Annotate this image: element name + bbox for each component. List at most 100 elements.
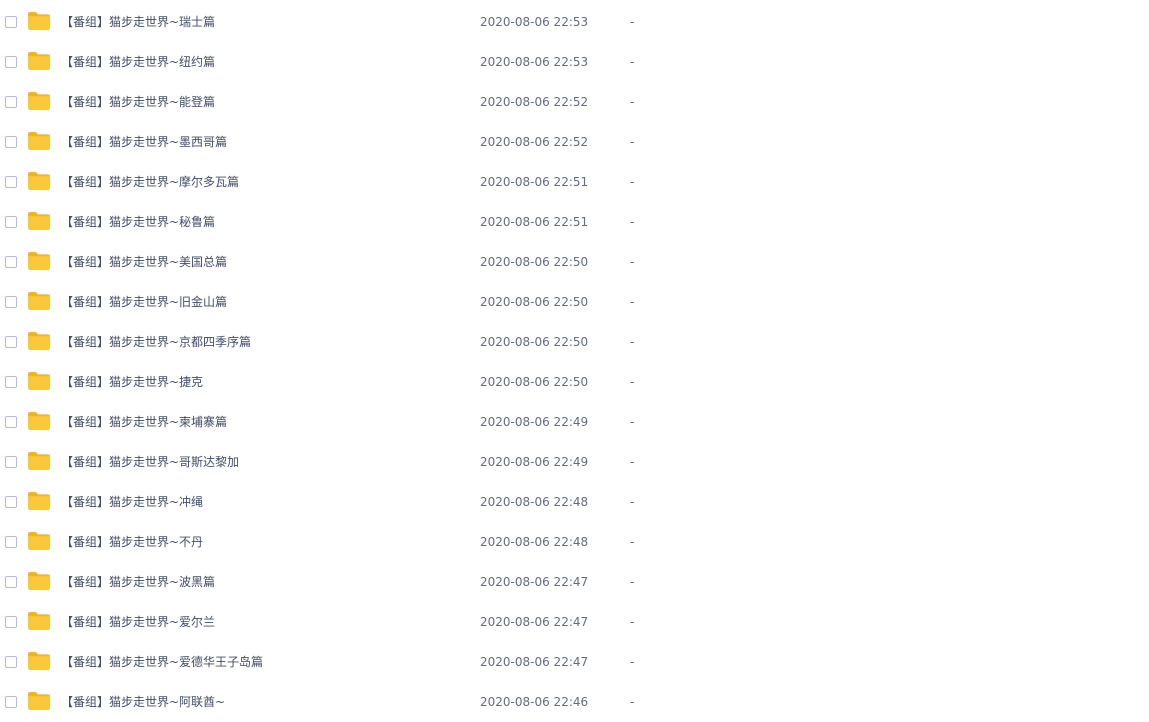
folder-icon[interactable] [28,652,50,670]
row-checkbox[interactable] [5,216,17,228]
file-row[interactable]: 【番组】猫步走世界~捷克 2020-08-06 22:50 - [0,362,1149,402]
folder-icon[interactable] [28,612,50,630]
file-size: - [630,415,635,429]
row-checkbox[interactable] [5,96,17,108]
row-checkbox[interactable] [5,256,17,268]
file-name[interactable]: 【番组】猫步走世界~阿联酋~ [61,682,225,722]
folder-icon[interactable] [28,92,50,110]
modified-time: 2020-08-06 22:47 [480,575,589,589]
modified-time: 2020-08-06 22:53 [480,15,589,29]
folder-icon[interactable] [28,332,50,350]
file-list: 【番组】猫步走世界~瑞士篇 2020-08-06 22:53 - 【番组】猫步走… [0,2,1149,722]
folder-icon[interactable] [28,172,50,190]
modified-time: 2020-08-06 22:49 [480,415,589,429]
modified-time: 2020-08-06 22:50 [480,375,589,389]
file-row[interactable]: 【番组】猫步走世界~阿联酋~ 2020-08-06 22:46 - [0,682,1149,722]
row-checkbox[interactable] [5,696,17,708]
modified-time: 2020-08-06 22:46 [480,695,589,709]
folder-icon[interactable] [28,532,50,550]
modified-time: 2020-08-06 22:50 [480,255,589,269]
file-size: - [630,655,635,669]
file-size: - [630,495,635,509]
file-name[interactable]: 【番组】猫步走世界~能登篇 [61,82,215,122]
folder-icon[interactable] [28,372,50,390]
file-row[interactable]: 【番组】猫步走世界~不丹 2020-08-06 22:48 - [0,522,1149,562]
row-checkbox[interactable] [5,536,17,548]
folder-icon[interactable] [28,52,50,70]
file-name[interactable]: 【番组】猫步走世界~冲绳 [61,482,203,522]
file-row[interactable]: 【番组】猫步走世界~爱尔兰 2020-08-06 22:47 - [0,602,1149,642]
row-checkbox[interactable] [5,616,17,628]
folder-icon[interactable] [28,692,50,710]
file-size: - [630,175,635,189]
row-checkbox[interactable] [5,576,17,588]
folder-icon[interactable] [28,292,50,310]
file-size: - [630,455,635,469]
folder-icon[interactable] [28,452,50,470]
row-checkbox[interactable] [5,176,17,188]
file-row[interactable]: 【番组】猫步走世界~波黑篇 2020-08-06 22:47 - [0,562,1149,602]
folder-icon[interactable] [28,212,50,230]
row-checkbox[interactable] [5,336,17,348]
file-row[interactable]: 【番组】猫步走世界~瑞士篇 2020-08-06 22:53 - [0,2,1149,42]
file-size: - [630,15,635,29]
row-checkbox[interactable] [5,136,17,148]
file-name[interactable]: 【番组】猫步走世界~不丹 [61,522,203,562]
file-size: - [630,95,635,109]
folder-icon[interactable] [28,492,50,510]
row-checkbox[interactable] [5,56,17,68]
file-size: - [630,295,635,309]
file-name[interactable]: 【番组】猫步走世界~哥斯达黎加 [61,442,239,482]
file-row[interactable]: 【番组】猫步走世界~柬埔寨篇 2020-08-06 22:49 - [0,402,1149,442]
folder-icon[interactable] [28,252,50,270]
row-checkbox[interactable] [5,296,17,308]
row-checkbox[interactable] [5,496,17,508]
file-row[interactable]: 【番组】猫步走世界~能登篇 2020-08-06 22:52 - [0,82,1149,122]
file-name[interactable]: 【番组】猫步走世界~波黑篇 [61,562,215,602]
modified-time: 2020-08-06 22:52 [480,95,589,109]
file-name[interactable]: 【番组】猫步走世界~瑞士篇 [61,2,215,42]
modified-time: 2020-08-06 22:53 [480,55,589,69]
file-name[interactable]: 【番组】猫步走世界~捷克 [61,362,203,402]
file-row[interactable]: 【番组】猫步走世界~哥斯达黎加 2020-08-06 22:49 - [0,442,1149,482]
folder-icon[interactable] [28,132,50,150]
file-name[interactable]: 【番组】猫步走世界~旧金山篇 [61,282,227,322]
modified-time: 2020-08-06 22:51 [480,215,589,229]
file-size: - [630,615,635,629]
file-row[interactable]: 【番组】猫步走世界~美国总篇 2020-08-06 22:50 - [0,242,1149,282]
file-name[interactable]: 【番组】猫步走世界~摩尔多瓦篇 [61,162,239,202]
file-name[interactable]: 【番组】猫步走世界~墨西哥篇 [61,122,227,162]
file-name[interactable]: 【番组】猫步走世界~纽约篇 [61,42,215,82]
row-checkbox[interactable] [5,456,17,468]
file-name[interactable]: 【番组】猫步走世界~爱尔兰 [61,602,215,642]
file-name[interactable]: 【番组】猫步走世界~秘鲁篇 [61,202,215,242]
file-size: - [630,375,635,389]
modified-time: 2020-08-06 22:51 [480,175,589,189]
row-checkbox[interactable] [5,16,17,28]
file-size: - [630,535,635,549]
modified-time: 2020-08-06 22:50 [480,295,589,309]
file-name[interactable]: 【番组】猫步走世界~柬埔寨篇 [61,402,227,442]
folder-icon[interactable] [28,412,50,430]
file-row[interactable]: 【番组】猫步走世界~秘鲁篇 2020-08-06 22:51 - [0,202,1149,242]
folder-icon[interactable] [28,572,50,590]
row-checkbox[interactable] [5,656,17,668]
file-row[interactable]: 【番组】猫步走世界~墨西哥篇 2020-08-06 22:52 - [0,122,1149,162]
folder-icon[interactable] [28,12,50,30]
file-row[interactable]: 【番组】猫步走世界~摩尔多瓦篇 2020-08-06 22:51 - [0,162,1149,202]
modified-time: 2020-08-06 22:52 [480,135,589,149]
file-name[interactable]: 【番组】猫步走世界~美国总篇 [61,242,227,282]
file-row[interactable]: 【番组】猫步走世界~旧金山篇 2020-08-06 22:50 - [0,282,1149,322]
file-row[interactable]: 【番组】猫步走世界~纽约篇 2020-08-06 22:53 - [0,42,1149,82]
file-size: - [630,695,635,709]
file-name[interactable]: 【番组】猫步走世界~京都四季序篇 [61,322,251,362]
file-row[interactable]: 【番组】猫步走世界~京都四季序篇 2020-08-06 22:50 - [0,322,1149,362]
file-row[interactable]: 【番组】猫步走世界~爱德华王子岛篇 2020-08-06 22:47 - [0,642,1149,682]
row-checkbox[interactable] [5,376,17,388]
modified-time: 2020-08-06 22:47 [480,615,589,629]
file-row[interactable]: 【番组】猫步走世界~冲绳 2020-08-06 22:48 - [0,482,1149,522]
file-size: - [630,55,635,69]
row-checkbox[interactable] [5,416,17,428]
file-size: - [630,135,635,149]
file-name[interactable]: 【番组】猫步走世界~爱德华王子岛篇 [61,642,263,682]
